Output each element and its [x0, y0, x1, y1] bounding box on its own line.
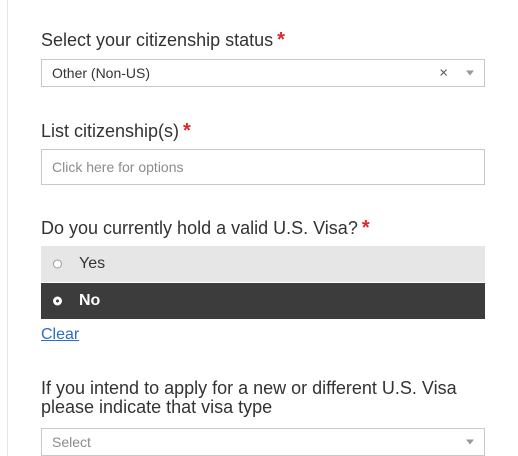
visa-question-label: Do you currently hold a valid U.S. Visa?… — [41, 218, 370, 239]
visa-option-no-label: No — [79, 292, 101, 309]
citizenships-label: List citizenship(s) * — [41, 121, 191, 142]
visa-type-label: If you intend to apply for a new or diff… — [41, 379, 457, 417]
citizenship-status-label-text: Select your citizenship status — [41, 30, 274, 50]
left-divider — [7, 0, 8, 456]
visa-option-no[interactable]: No — [41, 283, 485, 319]
visa-option-yes[interactable]: Yes — [41, 246, 485, 282]
citizenship-status-select[interactable]: Other (Non-US) × — [41, 59, 485, 87]
required-marker: * — [183, 120, 191, 142]
citizenship-status-value: Other (Non-US) — [52, 65, 151, 81]
required-marker: * — [277, 29, 285, 51]
chevron-down-icon[interactable] — [466, 70, 474, 76]
citizenships-placeholder: Click here for options — [52, 159, 184, 175]
radio-button-icon[interactable] — [53, 296, 62, 306]
visa-type-label-line2: please indicate that visa type — [41, 397, 273, 417]
radio-button-icon[interactable] — [53, 259, 62, 269]
visa-option-yes-label: Yes — [79, 255, 106, 272]
citizenships-input[interactable]: Click here for options — [41, 149, 485, 185]
citizenship-status-label: Select your citizenship status * — [41, 30, 285, 51]
visa-question-label-text: Do you currently hold a valid U.S. Visa? — [41, 218, 358, 238]
chevron-down-icon[interactable] — [466, 439, 474, 445]
required-marker: * — [361, 217, 370, 239]
visa-type-select[interactable]: Select — [41, 428, 485, 456]
visa-type-label-line1: If you intend to apply for a new or diff… — [41, 378, 457, 398]
clear-selection-link[interactable]: Clear — [41, 326, 79, 344]
citizenship-form: Select your citizenship status * Other (N… — [0, 0, 518, 456]
citizenships-label-text: List citizenship(s) — [41, 121, 180, 141]
visa-type-placeholder: Select — [52, 434, 91, 450]
close-icon[interactable]: × — [439, 65, 448, 82]
